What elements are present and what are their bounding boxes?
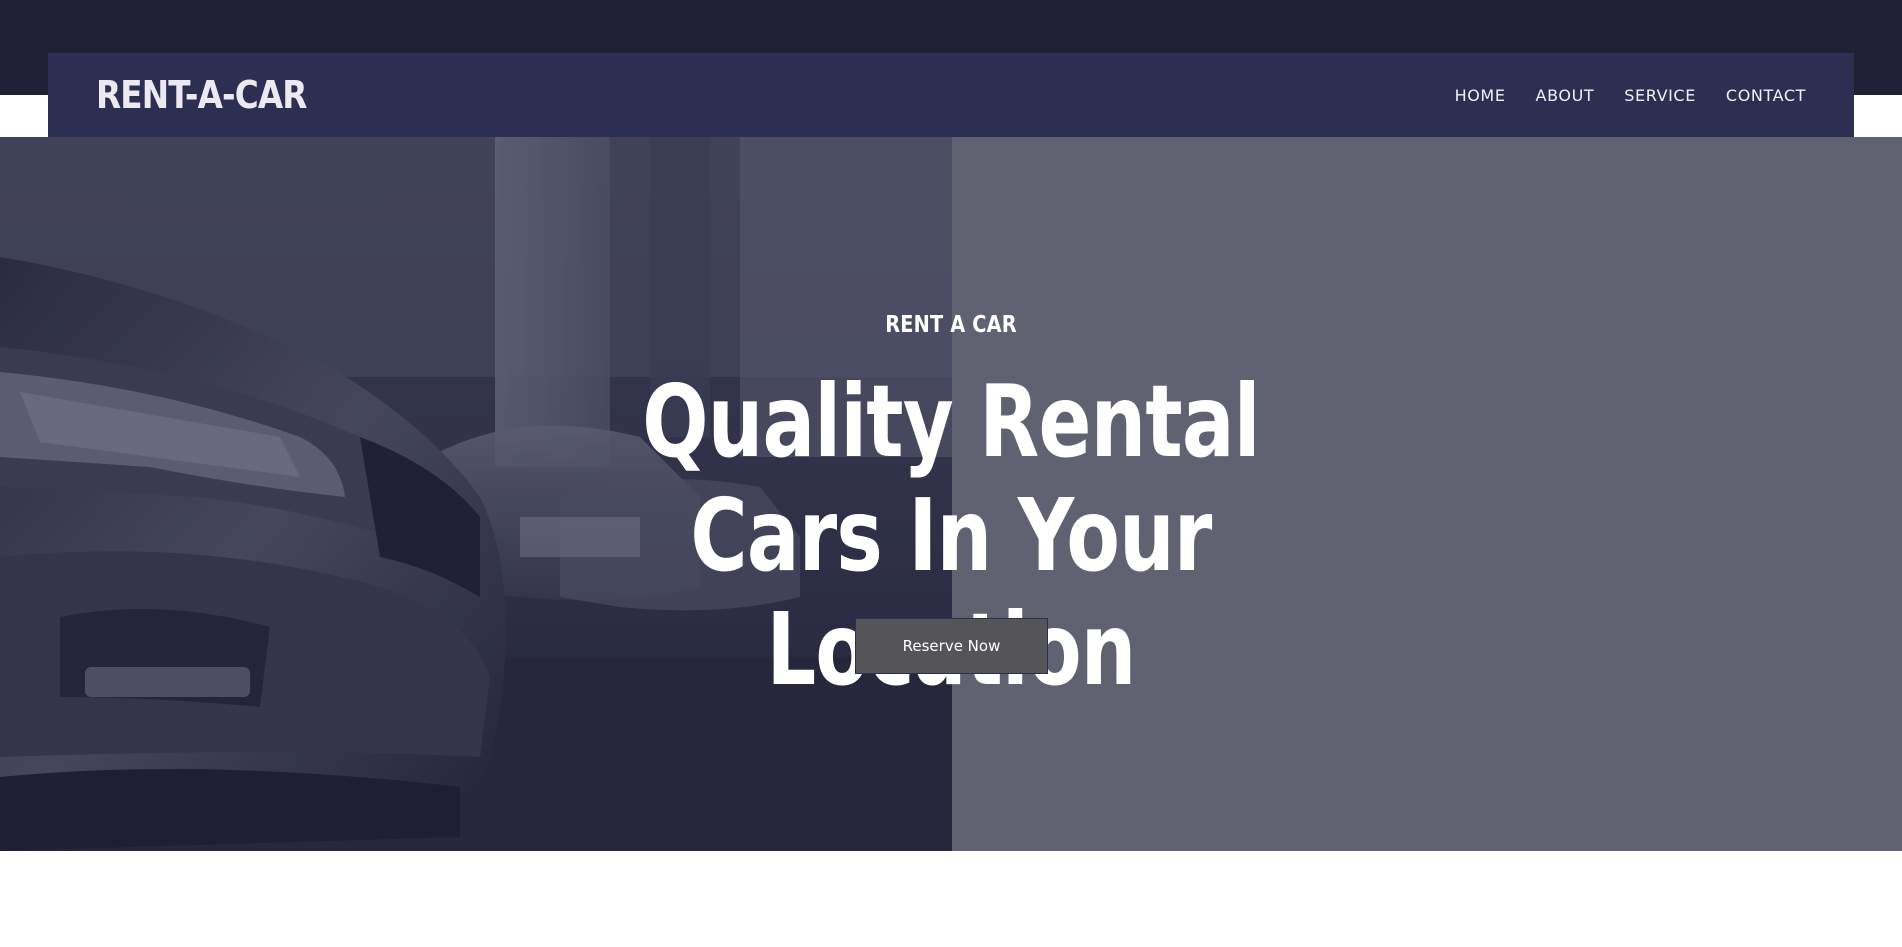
hero-section: RENT A CAR Quality Rental Cars In Your L…	[0, 137, 1902, 851]
hero-eyebrow: RENT A CAR	[885, 312, 1017, 338]
nav-link-service[interactable]: SERVICE	[1624, 86, 1696, 105]
hero-content: RENT A CAR Quality Rental Cars In Your L…	[0, 137, 1902, 851]
nav-link-contact[interactable]: CONTACT	[1726, 86, 1806, 105]
nav-link-about[interactable]: ABOUT	[1536, 86, 1595, 105]
page: RENT-A-CAR HOME ABOUT SERVICE CONTACT RE…	[0, 0, 1902, 947]
nav-link-home[interactable]: HOME	[1455, 86, 1506, 105]
navbar: RENT-A-CAR HOME ABOUT SERVICE CONTACT	[48, 53, 1854, 137]
nav-links: HOME ABOUT SERVICE CONTACT	[1455, 86, 1806, 105]
brand-logo[interactable]: RENT-A-CAR	[96, 73, 307, 117]
reserve-now-button[interactable]: Reserve Now	[855, 618, 1048, 674]
